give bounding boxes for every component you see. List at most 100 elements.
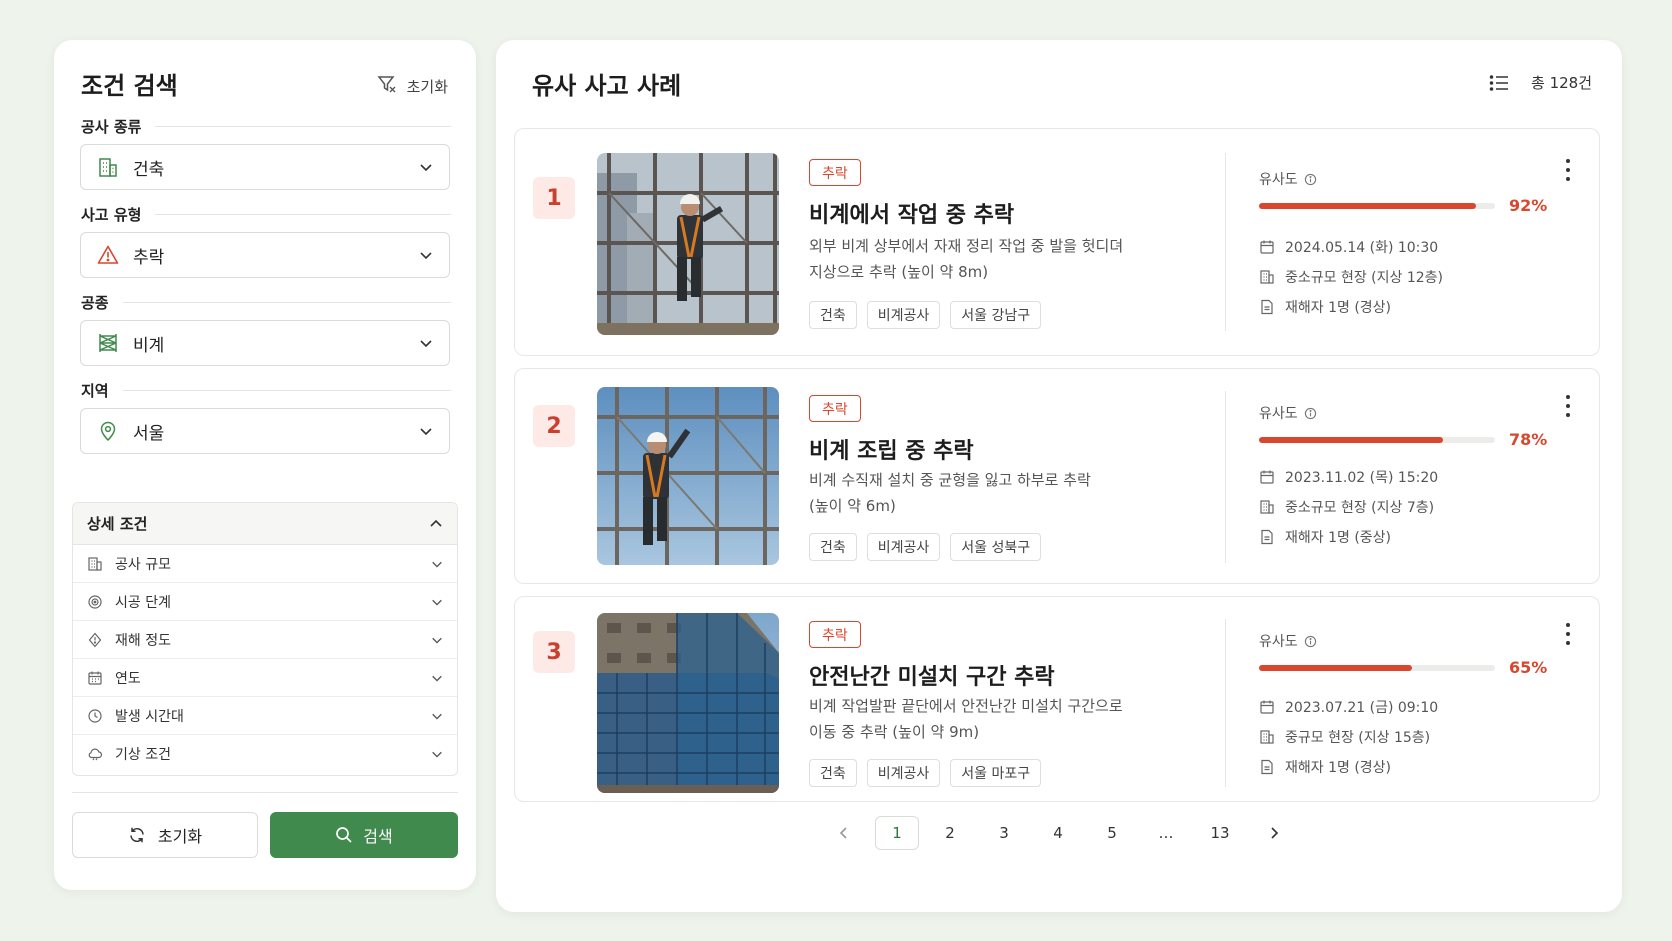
- case-title: 비계 조립 중 추락: [809, 439, 974, 464]
- case-tag[interactable]: 비계공사: [866, 533, 941, 561]
- region-value: 서울: [133, 423, 165, 444]
- filter-reset-link[interactable]: 초기화: [377, 74, 448, 98]
- case-tag[interactable]: 비계공사: [866, 301, 941, 329]
- similarity-label-text: 유사도: [1259, 634, 1298, 650]
- similarity-bar-fill: [1259, 665, 1413, 671]
- more-options-icon[interactable]: [1563, 623, 1573, 645]
- refresh-icon: [130, 827, 144, 843]
- case-victims-text: 재해자 1명 (중상): [1285, 530, 1392, 546]
- info-icon[interactable]: [1304, 635, 1317, 648]
- page-button-2[interactable]: 2: [923, 816, 977, 850]
- accident-type-badge: 추락: [809, 621, 861, 648]
- chevron-down-icon: [432, 637, 442, 644]
- field-label-text: 공사 종류: [81, 118, 142, 136]
- chevron-down-icon: [432, 751, 442, 758]
- similarity-label-text: 유사도: [1259, 406, 1298, 422]
- field-label-work-type: 공종: [81, 292, 451, 313]
- case-rank: 2: [533, 405, 575, 447]
- case-site: 중규모 현장 (지상 15층): [1259, 727, 1430, 747]
- case-tag[interactable]: 건축: [809, 759, 857, 787]
- case-site-text: 중소규모 현장 (지상 12층): [1285, 270, 1444, 286]
- detail-row-label: 연도: [115, 670, 141, 687]
- similarity-bar: [1259, 203, 1495, 209]
- page-button-5[interactable]: 5: [1085, 816, 1139, 850]
- reset-button-label: 초기화: [157, 827, 203, 846]
- detail-row-label: 재해 정도: [115, 632, 171, 649]
- case-victims: 재해자 1명 (중상): [1259, 527, 1391, 547]
- similarity-percent: 92%: [1509, 196, 1548, 215]
- case-site: 중소규모 현장 (지상 12층): [1259, 267, 1443, 287]
- field-label-text: 사고 유형: [81, 206, 142, 224]
- similar-cases-panel: 유사 사고 사례 총 128건 1 추락 비계에서 작업 중 추락 외부 비계 …: [496, 40, 1622, 912]
- prev-page-button[interactable]: [817, 816, 871, 850]
- region-select[interactable]: 서울: [80, 408, 450, 454]
- detail-row-time-of-day[interactable]: 발생 시간대: [73, 697, 457, 735]
- accident-type-select[interactable]: 추락: [80, 232, 450, 278]
- more-options-icon[interactable]: [1563, 395, 1573, 417]
- construction-type-select[interactable]: 건축: [80, 144, 450, 190]
- chevron-down-icon: [432, 599, 442, 606]
- document-icon: [1261, 529, 1273, 545]
- case-card-3[interactable]: 3 추락 안전난간 미설치 구간 추락 비계 작업발판 끝단에서 안전난간 미설…: [514, 596, 1600, 802]
- page-button-13[interactable]: 13: [1193, 816, 1247, 850]
- similarity-bar: [1259, 437, 1495, 443]
- chevron-right-icon: [1271, 827, 1279, 839]
- next-page-button[interactable]: [1247, 816, 1301, 850]
- chevron-down-icon: [432, 713, 442, 720]
- search-filter-panel: 조건 검색 초기화 공사 종류 건축 사고 유형 추락 공종 비계 지역 서울 …: [54, 40, 476, 890]
- calendar-icon: [87, 670, 103, 686]
- reset-button[interactable]: 초기화: [72, 812, 258, 858]
- detail-row-construction-stage[interactable]: 시공 단계: [73, 583, 457, 621]
- building-icon: [1260, 730, 1274, 744]
- chevron-down-icon: [432, 561, 442, 568]
- chevron-up-icon: [430, 519, 442, 527]
- more-options-icon[interactable]: [1563, 159, 1573, 181]
- page-button-1[interactable]: 1: [875, 816, 919, 850]
- case-date: 2024.05.14 (화) 10:30: [1259, 237, 1438, 257]
- page-button-3[interactable]: 3: [977, 816, 1031, 850]
- search-icon: [336, 827, 352, 843]
- case-tag[interactable]: 건축: [809, 301, 857, 329]
- case-card-1[interactable]: 1 추락 비계에서 작업 중 추락 외부 비계 상부에서 자재 정리 작업 중 …: [514, 128, 1600, 356]
- case-tag[interactable]: 비계공사: [866, 759, 941, 787]
- building-icon: [1260, 500, 1274, 514]
- detail-row-construction-scale[interactable]: 공사 규모: [73, 545, 457, 583]
- case-description-line: 이동 중 추락 (높이 약 9m): [809, 723, 980, 741]
- case-tag[interactable]: 건축: [809, 533, 857, 561]
- detail-row-weather[interactable]: 기상 조건: [73, 735, 457, 773]
- detail-row-injury-severity[interactable]: 재해 정도: [73, 621, 457, 659]
- list-view-icon[interactable]: [1489, 74, 1509, 92]
- case-description-line: 비계 수직재 설치 중 균형을 잃고 하부로 추락: [809, 471, 1091, 489]
- total-count: 총 128건: [1531, 74, 1592, 92]
- similarity-percent: 78%: [1509, 430, 1548, 449]
- case-tag[interactable]: 서울 마포구: [950, 759, 1042, 787]
- case-card-2[interactable]: 2 추락 비계 조립 중 추락 비계 수직재 설치 중 균형을 잃고 하부로 추…: [514, 368, 1600, 584]
- similarity-bar-fill: [1259, 203, 1477, 209]
- detail-row-label: 시공 단계: [115, 594, 171, 611]
- card-divider: [1225, 619, 1226, 787]
- work-type-select[interactable]: 비계: [80, 320, 450, 366]
- accident-type-badge: 추락: [809, 159, 861, 186]
- detail-conditions-header[interactable]: 상세 조건: [73, 503, 457, 545]
- field-label-accident-type: 사고 유형: [81, 204, 451, 225]
- search-button[interactable]: 검색: [270, 812, 458, 858]
- case-tag[interactable]: 서울 강남구: [950, 301, 1042, 329]
- info-icon[interactable]: [1304, 173, 1317, 186]
- filter-reset-label: 초기화: [406, 77, 448, 96]
- detail-row-year[interactable]: 연도: [73, 659, 457, 697]
- page-button-4[interactable]: 4: [1031, 816, 1085, 850]
- case-tags: 건축 비계공사 서울 강남구: [809, 301, 1042, 329]
- shield-alert-icon: [87, 632, 103, 648]
- case-title: 안전난간 미설치 구간 추락: [809, 665, 1055, 690]
- case-victims-text: 재해자 1명 (경상): [1285, 300, 1392, 316]
- detail-conditions-accordion: 상세 조건 공사 규모 시공 단계 재해 정도 연도 발생 시간대 기상 조건: [72, 502, 458, 776]
- page-ellipsis: …: [1158, 824, 1174, 842]
- case-date: 2023.07.21 (금) 09:10: [1259, 697, 1438, 717]
- case-tag[interactable]: 서울 성북구: [950, 533, 1042, 561]
- case-description-line: 비계 작업발판 끝단에서 안전난간 미설치 구간으로: [809, 697, 1123, 715]
- case-description-line: 지상으로 추락 (높이 약 8m): [809, 263, 989, 281]
- case-photo: [597, 613, 779, 793]
- info-icon[interactable]: [1304, 407, 1317, 420]
- case-rank: 1: [533, 177, 575, 219]
- case-tags: 건축 비계공사 서울 성북구: [809, 533, 1042, 561]
